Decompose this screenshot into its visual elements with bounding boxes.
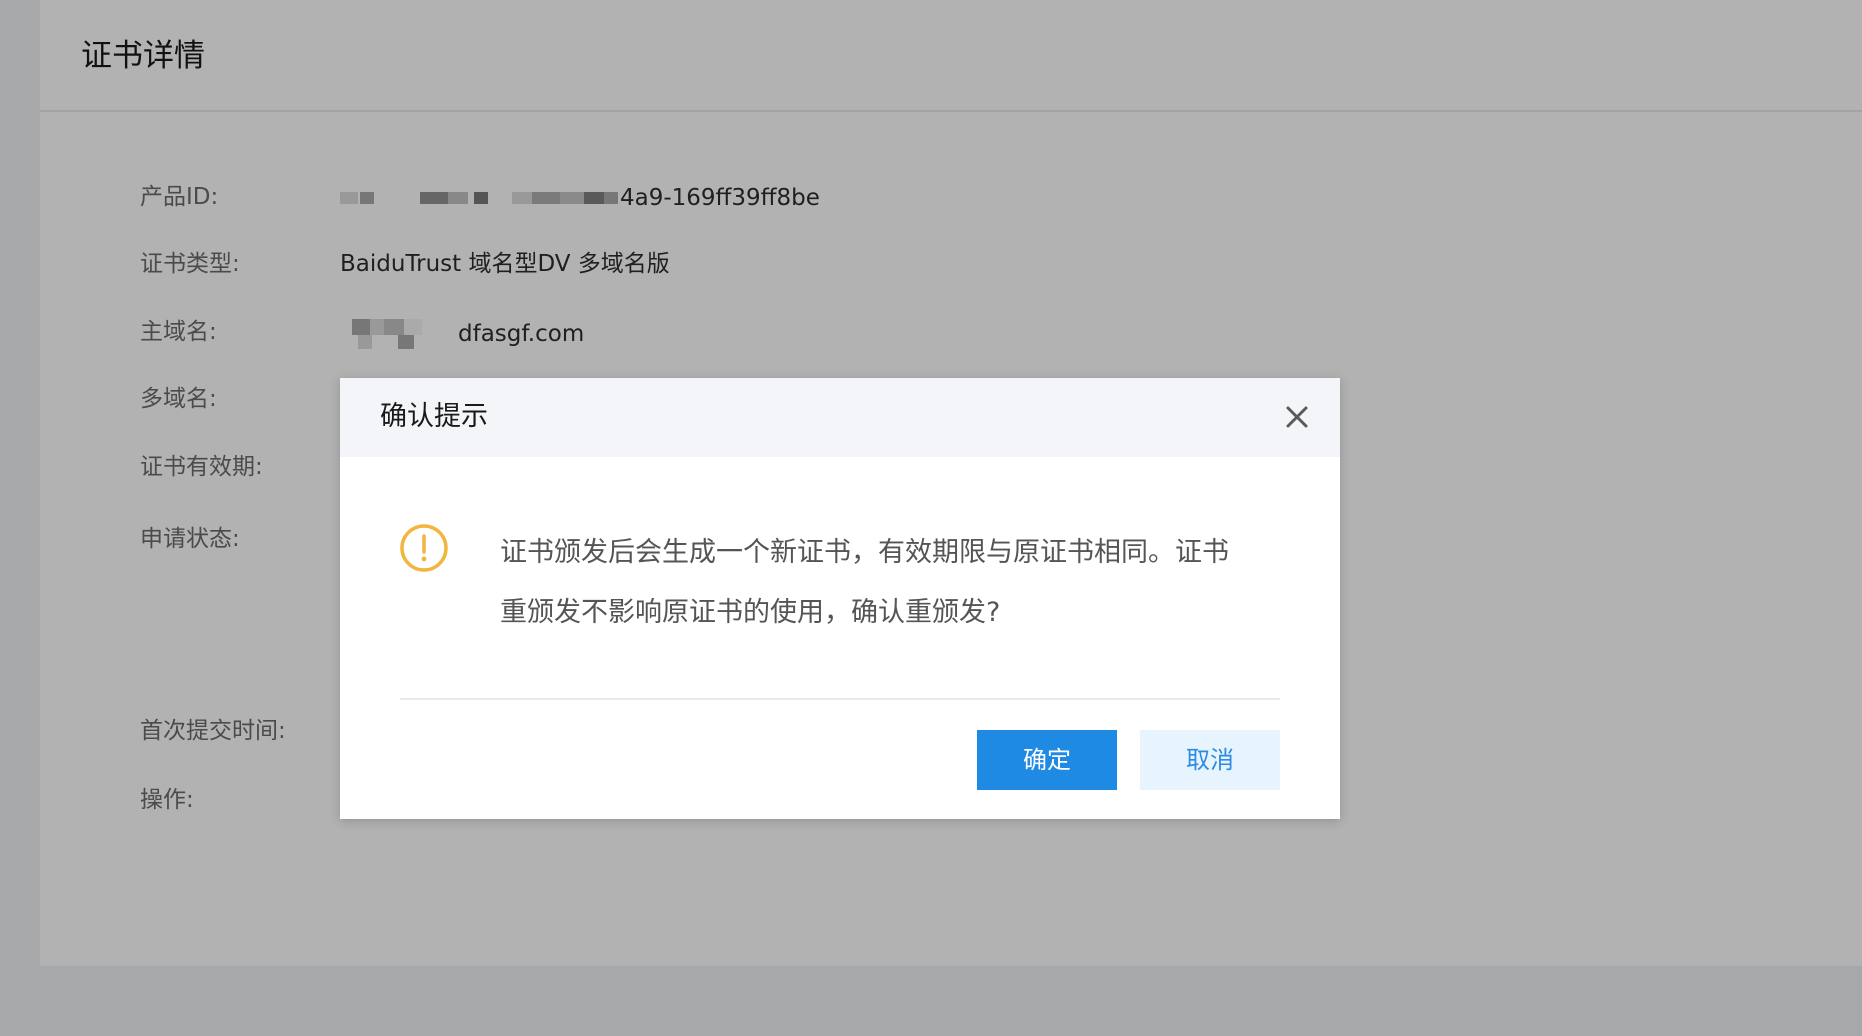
cancel-button[interactable]: 取消 <box>1140 730 1280 790</box>
confirm-dialog: 确认提示 证书颁发后会生成一个新证书，有效期限与原证书相同。证书 重颁发不影响原… <box>340 378 1340 819</box>
dialog-title: 确认提示 <box>380 401 488 432</box>
cert-type-label: 证书类型: <box>140 251 240 277</box>
product-id-label: 产品ID: <box>140 184 219 210</box>
multi-domain-label: 多域名: <box>140 386 217 412</box>
product-id-value: 4a9-169ff39ff8be <box>340 182 820 213</box>
first-submit-label: 首次提交时间: <box>140 718 286 744</box>
status-label: 申请状态: <box>140 526 240 552</box>
confirm-button[interactable]: 确定 <box>977 730 1117 790</box>
validity-label: 证书有效期: <box>140 454 263 480</box>
cert-type-value: BaiduTrust 域名型DV 多域名版 <box>340 251 670 277</box>
redacted-product-id-icon <box>340 188 620 208</box>
page-title: 证书详情 <box>81 38 205 74</box>
dialog-message: 证书颁发后会生成一个新证书，有效期限与原证书相同。证书 重颁发不影响原证书的使用… <box>500 523 1300 643</box>
operation-label: 操作: <box>140 787 194 813</box>
warning-icon <box>398 522 450 574</box>
page-header: 证书详情 <box>40 0 1862 112</box>
dialog-message-line-1: 证书颁发后会生成一个新证书，有效期限与原证书相同。证书 <box>500 537 1229 568</box>
dialog-message-line-2: 重颁发不影响原证书的使用，确认重颁发? <box>500 597 1001 628</box>
main-domain-label: 主域名: <box>140 319 217 345</box>
main-domain-value: dfasgf.com <box>340 317 584 351</box>
dialog-header: 确认提示 <box>340 378 1340 457</box>
close-icon[interactable] <box>1280 400 1314 434</box>
dialog-divider <box>400 698 1280 700</box>
redacted-domain-icon <box>340 317 458 351</box>
